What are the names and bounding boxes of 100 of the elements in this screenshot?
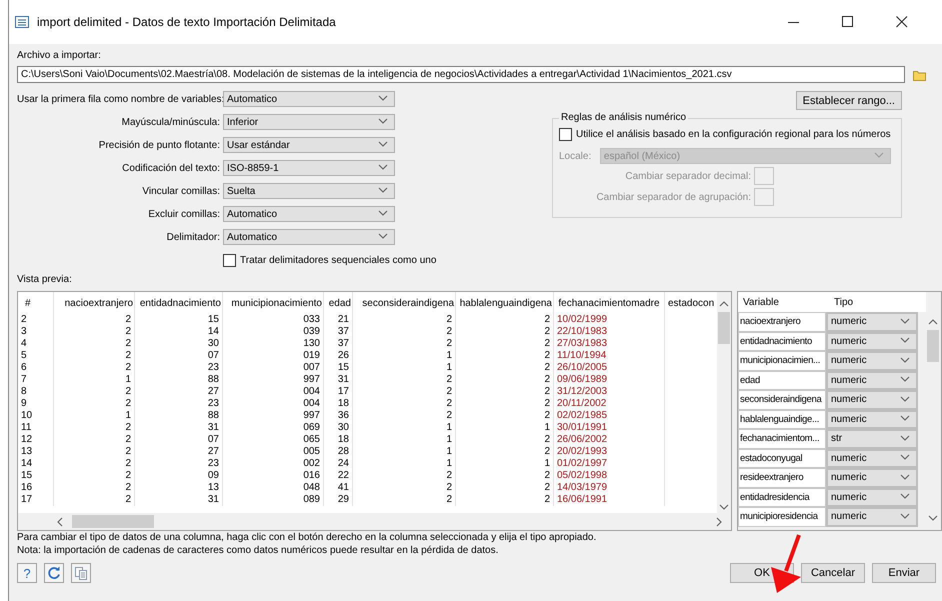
table-cell: 004 (222, 398, 324, 410)
scrollbar-thumb[interactable] (927, 330, 939, 362)
table-cell: 09 (134, 470, 222, 482)
dialog-button[interactable]: Enviar (872, 563, 936, 583)
column-header[interactable]: edad (324, 292, 352, 314)
table-cell: estadoconyugal (738, 448, 826, 468)
checkbox-label: Tratar delimitadores sequenciales como uno (240, 254, 436, 266)
table-cell: 089 (222, 494, 324, 506)
column-header[interactable]: hablalenguaindigena (456, 292, 554, 314)
table-cell: 997 (222, 410, 324, 422)
column-header[interactable]: municipionacimiento (222, 292, 324, 314)
table-cell: 8 (18, 386, 54, 398)
table-cell: 88 (134, 374, 222, 386)
table-cell: 4 (18, 338, 54, 350)
maximize-icon[interactable] (842, 16, 854, 28)
scrollbar-thumb[interactable] (72, 515, 154, 528)
column-header[interactable]: Variable (738, 292, 829, 312)
column-header[interactable]: # (18, 292, 54, 314)
table-cell: 2 (352, 398, 456, 410)
dropdown[interactable]: ISO-8859-1 (223, 160, 395, 176)
table-cell: 14/03/1979 (554, 482, 664, 494)
table-cell: 004 (222, 386, 324, 398)
table-cell: edad (738, 370, 826, 390)
table-cell: 29 (324, 494, 352, 506)
table-cell: 2 (54, 386, 134, 398)
help-button[interactable]: ? (17, 563, 37, 583)
copy-button[interactable] (71, 563, 91, 583)
table-cell: entidadnacimiento (738, 332, 826, 351)
table-cell: entidadresidencia (738, 488, 826, 507)
path-field[interactable]: C:\Users\Soni Vaio\Documents\02.Maestría\08. Modelación de sistemas de la inteligencia de negocios\Actividades a entregar\Actividad 1\Nacimientos_2021.csv (17, 66, 905, 83)
checkbox[interactable] (223, 254, 236, 266)
dropdown[interactable]: numeric (826, 488, 918, 507)
dropdown[interactable]: Automatico (223, 91, 395, 107)
table-cell: 2 (54, 458, 134, 470)
dialog-button[interactable]: Cancelar (801, 563, 865, 583)
dropdown[interactable]: numeric (826, 468, 918, 488)
table-cell: 2 (352, 494, 456, 506)
table-cell: 15 (18, 470, 54, 482)
option-label: Precisión de punto flotante: (98, 140, 220, 150)
dropdown[interactable]: numeric (826, 448, 918, 468)
table-cell: 019 (222, 350, 324, 362)
table-cell: 17 (18, 494, 54, 506)
table-cell: 27 (134, 386, 222, 398)
table-cell: 18 (324, 398, 352, 410)
folder-icon[interactable] (913, 68, 926, 80)
locale-label: Locale: (559, 150, 592, 162)
dropdown[interactable]: numeric (826, 332, 918, 351)
dropdown[interactable]: Usar estándar (223, 137, 395, 153)
dropdown[interactable]: numeric (826, 370, 918, 390)
table-cell: 14 (18, 458, 54, 470)
table-cell: 2 (456, 350, 554, 362)
column-header[interactable]: nacioextranjero (54, 292, 134, 314)
dropdown[interactable]: numeric (826, 351, 918, 370)
table-cell: 007 (222, 362, 324, 374)
dropdown[interactable]: Automatico (223, 206, 395, 222)
table-cell: 005 (222, 446, 324, 458)
table-cell: 1 (456, 458, 554, 470)
table-cell: 02/02/1985 (554, 410, 664, 422)
table-cell: 2 (456, 314, 554, 326)
checkbox[interactable] (559, 128, 572, 141)
table-cell: 2 (54, 350, 134, 362)
refresh-button[interactable] (44, 563, 64, 583)
note-text: Para cambiar el tipo de datos de una columna, haga clic con el botón derecho en la columna seleccionada y elija el tipo apropiado. (17, 531, 598, 544)
section-label: Vista previa: (17, 274, 73, 287)
table-cell: 1 (54, 374, 134, 386)
table-cell: 1 (352, 446, 456, 458)
table-cell: 11 (18, 422, 54, 434)
dropdown[interactable]: numeric (826, 507, 918, 526)
table-cell: 09/06/1989 (554, 374, 664, 386)
table-cell: 27/03/1983 (554, 338, 664, 350)
dropdown[interactable]: Suelta (223, 183, 395, 199)
table-cell: 16 (18, 482, 54, 494)
column-header[interactable]: fechanacimientomadre (554, 292, 664, 314)
table-cell: municipioresidencia (738, 507, 826, 526)
column-header[interactable]: Tipo (829, 292, 854, 312)
table-cell: 37 (324, 326, 352, 338)
table-cell: 2 (352, 326, 456, 338)
group-title: Reglas de análisis numérico (560, 112, 688, 124)
close-icon[interactable] (896, 16, 908, 28)
range-button[interactable]: Establecer rango... (796, 91, 902, 110)
table-cell: 37 (324, 338, 352, 350)
scrollbar-thumb[interactable] (718, 312, 730, 344)
dropdown[interactable]: Automatico (223, 229, 395, 245)
table-cell: 2 (456, 482, 554, 494)
table-cell: 130 (222, 338, 324, 350)
table-cell: 27 (134, 446, 222, 458)
column-header[interactable]: seconsideraindigena (352, 292, 456, 314)
dropdown[interactable]: Inferior (223, 114, 395, 130)
dropdown[interactable]: numeric (826, 312, 918, 332)
column-header[interactable]: entidadnacimiento (134, 292, 222, 314)
table-cell: 20/02/1993 (554, 446, 664, 458)
table-cell: 15 (134, 314, 222, 326)
dropdown[interactable]: str (826, 429, 918, 448)
table-cell: 2 (54, 434, 134, 446)
dropdown[interactable]: numeric (826, 390, 918, 410)
table-cell: 033 (222, 314, 324, 326)
table-cell: hablalenguaindige... (738, 410, 826, 429)
table-cell: 01/02/1997 (554, 458, 664, 470)
dropdown[interactable]: numeric (826, 410, 918, 429)
table-cell: 30 (134, 338, 222, 350)
